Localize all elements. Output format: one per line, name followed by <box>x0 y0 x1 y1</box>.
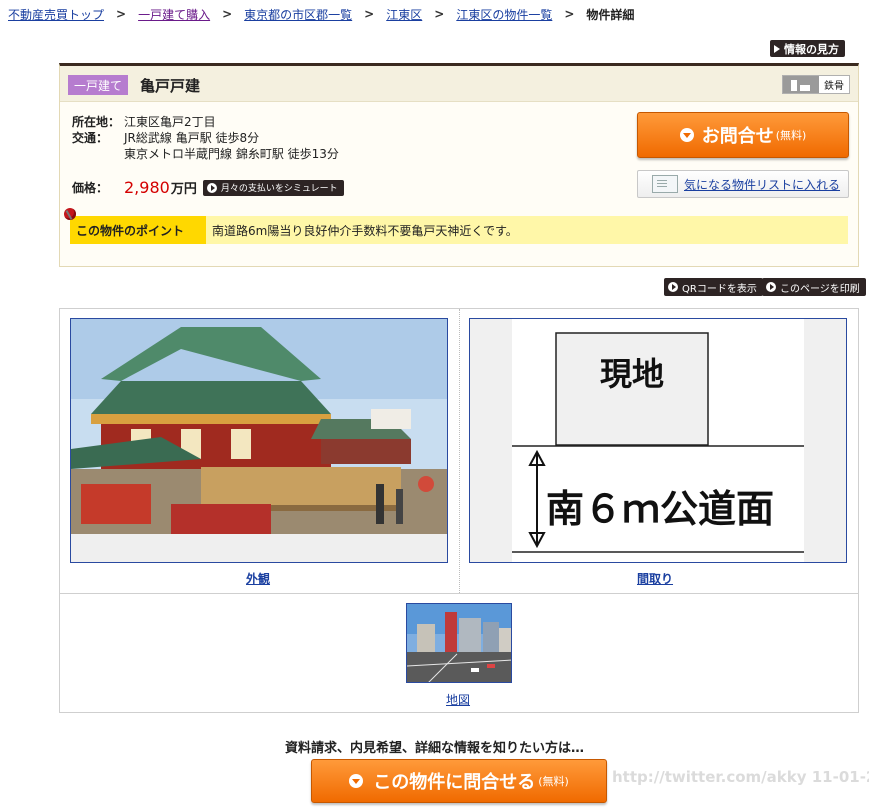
point-label: この物件のポイント <box>64 208 206 244</box>
transport-label: 交通： <box>72 131 109 145</box>
address-value: 江東区亀戸2丁目 <box>124 115 216 129</box>
breadcrumb-separator: > <box>364 7 375 21</box>
structure-badge: 鉄骨 <box>782 75 850 94</box>
address-label: 所在地： <box>72 115 121 129</box>
plan-site-label: 現地 <box>600 355 664 393</box>
shrine-photo-image <box>71 319 447 562</box>
exterior-photo[interactable] <box>70 318 448 563</box>
price-label: 価格： <box>72 181 109 195</box>
play-circle-icon <box>668 282 678 292</box>
building-icon <box>783 76 819 93</box>
help-button-label: 情報の見方 <box>784 42 839 56</box>
price-row: 価格： 2,980 万円 月々の支払いをシミュレート <box>72 178 344 197</box>
breadcrumb-current: 物件詳細 <box>586 7 635 22</box>
play-circle-icon <box>766 282 776 292</box>
contact-property-sub: (無料) <box>538 775 569 788</box>
point-text: 南道路6m陽当り良好仲介手数料不要亀戸天神近くです。 <box>212 223 518 238</box>
type-badge: 一戸建て <box>68 75 129 95</box>
inquire-button[interactable]: お問合せ (無料) <box>637 112 849 158</box>
exterior-caption-link[interactable]: 外観 <box>246 570 270 587</box>
add-to-favorites-label: 気になる物件リストに入れる <box>684 177 841 192</box>
simulate-payment-button[interactable]: 月々の支払いをシミュレート <box>202 179 344 196</box>
transport-line: 東京メトロ半蔵門線 錦糸町駅 徒歩13分 <box>124 147 339 161</box>
add-to-favorites-button[interactable]: 気になる物件リストに入れる <box>637 170 849 198</box>
watermark-text: http://twitter.com/akky 11-01-27 <box>612 768 869 786</box>
show-qr-label: QRコードを表示 <box>682 283 757 295</box>
price-unit: 万円 <box>170 182 197 197</box>
play-circle-icon <box>206 182 217 193</box>
show-qr-button[interactable]: QRコードを表示 <box>664 278 763 296</box>
chevron-down-circle-icon <box>349 774 364 788</box>
breadcrumb-item-koto[interactable]: 江東区 <box>386 6 422 23</box>
breadcrumb-separator: > <box>222 7 233 21</box>
map-caption-link[interactable]: 地図 <box>446 691 470 708</box>
breadcrumb-item-koto-listings[interactable]: 江東区の物件一覧 <box>456 6 552 23</box>
breadcrumb-separator: > <box>564 7 575 21</box>
property-panel: 一戸建て 亀戸戸建 鉄骨 所在地： 江東区亀戸2丁目 交通： JR総武線 亀戸駅… <box>59 63 859 267</box>
chevron-down-circle-icon <box>679 128 694 142</box>
breadcrumb-item-top[interactable]: 不動産売買トップ <box>8 6 104 23</box>
floorplan-photo[interactable]: 現地 南６ｍ公道面 <box>469 318 847 563</box>
property-point-bar: この物件のポイント 南道路6m陽当り良好仲介手数料不要亀戸天神近くです。 <box>64 208 848 244</box>
property-title: 亀戸戸建 <box>140 77 201 95</box>
map-thumbnail[interactable] <box>406 603 512 683</box>
cta-prompt-text: 資料請求、内見希望、詳細な情報を知りたい方は… <box>284 741 584 756</box>
simulate-payment-label: 月々の支払いをシミュレート <box>220 184 338 194</box>
point-label-text: この物件のポイント <box>76 223 185 238</box>
print-page-label: このページを印刷 <box>780 283 860 295</box>
list-icon <box>652 175 678 193</box>
plan-road-label: 南６ｍ公道面 <box>546 486 774 531</box>
floorplan-image: 現地 南６ｍ公道面 <box>512 319 804 562</box>
photo-gallery: 外観 現地 南６ｍ公道面 間取り 地図 <box>59 308 859 713</box>
help-button[interactable]: 情報の見方 <box>770 40 845 57</box>
property-header: 一戸建て 亀戸戸建 鉄骨 <box>60 66 858 102</box>
inquire-button-label: お問合せ <box>701 126 774 147</box>
map-photo-image <box>407 604 511 682</box>
breadcrumb-item-house-buy[interactable]: 一戸建て購入 <box>138 6 210 23</box>
floorplan-caption-link[interactable]: 間取り <box>637 570 673 587</box>
price-value: 2,980 <box>124 178 170 197</box>
property-info: 所在地： 江東区亀戸2丁目 交通： JR総武線 亀戸駅 徒歩8分 東京メトロ半蔵… <box>72 114 339 162</box>
breadcrumb-item-tokyo-areas[interactable]: 東京都の市区郡一覧 <box>244 6 352 23</box>
breadcrumb-separator: > <box>434 7 445 21</box>
transport-line: JR総武線 亀戸駅 徒歩8分 <box>124 131 260 145</box>
breadcrumb-separator: > <box>116 7 127 21</box>
contact-property-label: この物件に問合せる <box>373 772 536 793</box>
pushpin-icon <box>64 208 76 220</box>
inquire-button-sub: (無料) <box>775 129 807 142</box>
structure-label: 鉄骨 <box>824 81 844 92</box>
contact-property-button[interactable]: この物件に問合せる (無料) <box>311 759 607 803</box>
play-arrow-icon <box>774 44 780 53</box>
print-page-button[interactable]: このページを印刷 <box>762 278 866 296</box>
breadcrumb: 不動産売買トップ > 一戸建て購入 > 東京都の市区郡一覧 > 江東区 > 江東… <box>8 6 634 22</box>
